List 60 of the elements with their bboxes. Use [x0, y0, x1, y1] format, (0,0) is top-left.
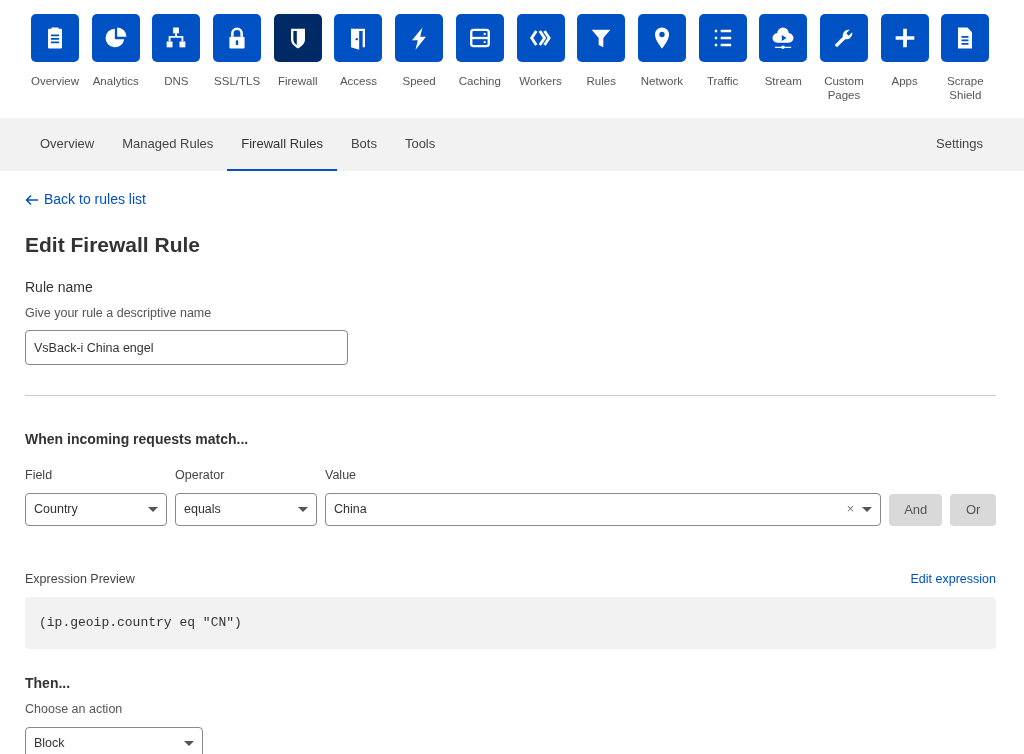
- nav-label: Access: [338, 74, 378, 88]
- field-label: Field: [25, 467, 54, 485]
- nav-tile[interactable]: [395, 14, 444, 62]
- action-select[interactable]: Block: [25, 726, 203, 754]
- settings-tab[interactable]: Settings: [922, 118, 997, 171]
- nav-tile[interactable]: [941, 14, 990, 62]
- clear-icon[interactable]: ×: [846, 500, 854, 519]
- nav-label: Caching: [457, 74, 502, 88]
- nav-tile[interactable]: [455, 14, 504, 62]
- value-select[interactable]: China ×: [325, 493, 881, 526]
- field-label: Operator: [175, 467, 226, 485]
- nav-tile[interactable]: [577, 14, 626, 62]
- nav-tile[interactable]: [698, 14, 747, 62]
- page-title: Edit Firewall Rule: [25, 232, 202, 258]
- nav-label: Analytics: [91, 74, 140, 88]
- nav-tile[interactable]: [91, 14, 140, 62]
- nav-label: SSL/TLS: [213, 74, 262, 88]
- nav-tile[interactable]: [759, 14, 808, 62]
- field-hint: Choose an action: [25, 700, 124, 718]
- nav-label: Custom Pages: [823, 74, 865, 102]
- nav-label: Scrape Shield: [946, 74, 985, 102]
- nav-label: Rules: [585, 74, 617, 88]
- nav-label: Firewall: [276, 74, 319, 88]
- and-button[interactable]: And: [889, 494, 943, 526]
- tab[interactable]: Firewall Rules: [227, 118, 337, 171]
- nav-label: Stream: [763, 74, 803, 88]
- field-label: Expression Preview: [25, 571, 135, 588]
- tab[interactable]: Managed Rules: [108, 118, 228, 171]
- nav-tile[interactable]: [819, 14, 868, 62]
- edit-expression-link[interactable]: Edit expression: [910, 570, 996, 589]
- nav-label: DNS: [163, 74, 190, 88]
- or-button[interactable]: Or: [950, 494, 996, 526]
- field-label: Value: [325, 467, 358, 485]
- nav-label: Overview: [30, 74, 80, 88]
- field-hint: Give your rule a descriptive name: [25, 304, 213, 322]
- expression-preview: (ip.geoip.country eq "CN"): [25, 596, 996, 649]
- section-heading: Then...: [25, 673, 72, 693]
- nav-tile[interactable]: [516, 14, 565, 62]
- nav-tile[interactable]: [334, 14, 383, 62]
- operator-select[interactable]: equals: [175, 493, 317, 526]
- nav-label: Network: [639, 74, 684, 88]
- nav-tile[interactable]: [152, 14, 201, 62]
- tab[interactable]: Overview: [26, 118, 109, 171]
- back-link[interactable]: Back to rules list: [25, 189, 146, 210]
- section-heading: When incoming requests match...: [25, 430, 250, 450]
- nav-tile[interactable]: [273, 14, 322, 62]
- nav-label: Apps: [890, 74, 919, 88]
- rule-name-field[interactable]: VsBack-i China engel: [25, 330, 348, 366]
- nav-tile[interactable]: [637, 14, 686, 62]
- nav-tile[interactable]: [213, 14, 262, 62]
- left-arrow-icon: [25, 193, 39, 206]
- nav-tile[interactable]: [31, 14, 79, 62]
- tab[interactable]: Tools: [390, 118, 450, 171]
- nav-tile[interactable]: [880, 14, 929, 62]
- field-label: Rule name: [25, 277, 94, 297]
- field-select[interactable]: Country: [25, 493, 167, 526]
- nav-label: Speed: [401, 74, 437, 88]
- tab[interactable]: Bots: [336, 118, 391, 171]
- nav-label: Workers: [518, 74, 563, 88]
- nav-label: Traffic: [705, 74, 740, 88]
